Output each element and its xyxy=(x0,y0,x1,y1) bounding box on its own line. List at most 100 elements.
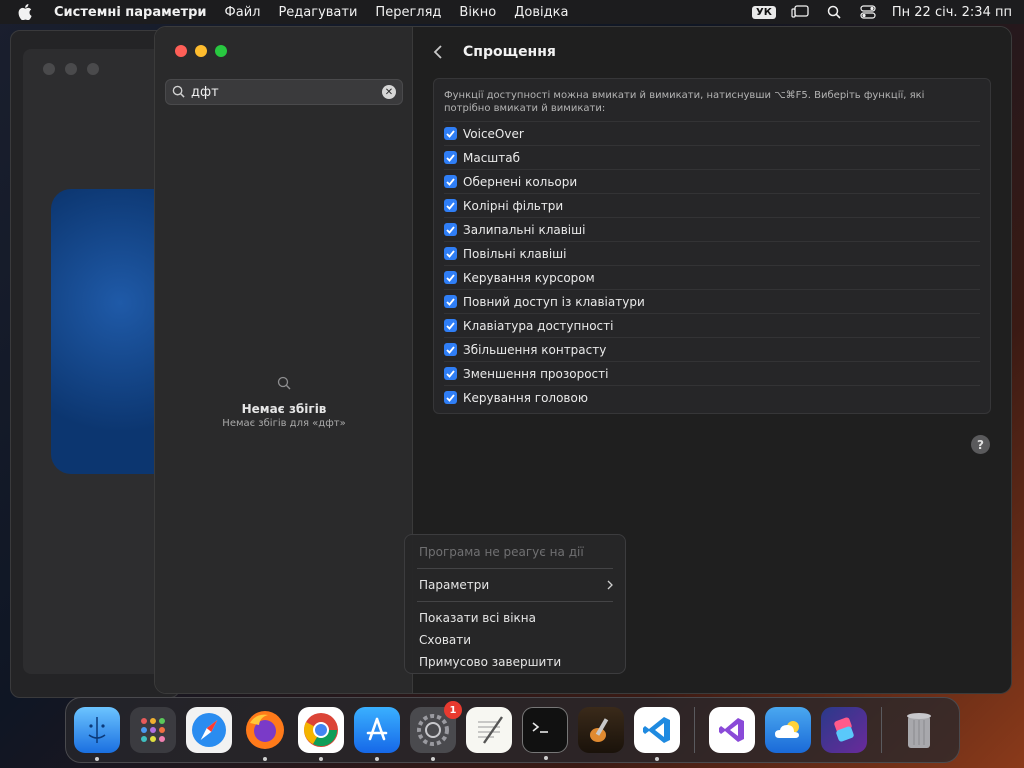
checkmark-icon xyxy=(446,393,455,402)
checkbox[interactable] xyxy=(444,199,457,212)
checkbox[interactable] xyxy=(444,271,457,284)
checkbox-label: Керування курсором xyxy=(463,270,595,285)
notification-badge: 1 xyxy=(444,701,462,719)
apple-menu-icon[interactable] xyxy=(18,4,38,20)
safari-icon[interactable] xyxy=(186,707,232,753)
menu-help[interactable]: Довідка xyxy=(514,5,568,20)
clear-search-button[interactable]: ✕ xyxy=(382,85,396,99)
checkbox-row[interactable]: Керування курсором xyxy=(444,265,980,289)
trash-icon[interactable] xyxy=(896,707,942,753)
options-list: VoiceOver Масштаб Обернені кольори Колірні … xyxy=(444,121,980,409)
checkbox-row[interactable]: VoiceOver xyxy=(444,121,980,145)
menu-item-hide[interactable]: Сховати xyxy=(405,629,625,651)
checkmark-icon xyxy=(446,297,455,306)
menu-file[interactable]: Файл xyxy=(225,5,261,20)
checkbox-row[interactable]: Залипальні клавіші xyxy=(444,217,980,241)
chevron-right-icon xyxy=(607,579,613,593)
checkmark-icon xyxy=(446,129,455,138)
no-results-panel: Немає збігів Немає збігів для «дфт» xyxy=(155,375,413,429)
checkbox-row[interactable]: Масштаб xyxy=(444,145,980,169)
checkbox[interactable] xyxy=(444,223,457,236)
no-results-subtitle: Немає збігів для «дфт» xyxy=(222,418,346,429)
visual-studio-icon[interactable] xyxy=(709,707,755,753)
control-center-icon[interactable] xyxy=(858,4,878,20)
checkmark-icon xyxy=(446,249,455,258)
checkbox-row[interactable]: Клавіатура доступності xyxy=(444,313,980,337)
menu-bar: Системні параметри Файл Редагувати Перег… xyxy=(0,0,1024,24)
weather-icon[interactable] xyxy=(765,707,811,753)
firefox-icon[interactable] xyxy=(242,707,288,761)
sidebar-search: ✕ xyxy=(165,79,403,105)
search-input[interactable] xyxy=(191,84,382,100)
close-window-button[interactable] xyxy=(175,45,187,57)
checkbox-label: Залипальні клавіші xyxy=(463,222,586,237)
checkbox[interactable] xyxy=(444,247,457,260)
checkbox-row[interactable]: Збільшення контрасту xyxy=(444,337,980,361)
checkbox[interactable] xyxy=(444,367,457,380)
garageband-icon[interactable] xyxy=(578,707,624,753)
chrome-icon[interactable] xyxy=(298,707,344,761)
checkbox-label: Обернені кольори xyxy=(463,174,578,189)
checkbox-label: Масштаб xyxy=(463,150,521,165)
menubar-clock[interactable]: Пн 22 січ. 2:34 пп xyxy=(892,5,1012,20)
checkbox-label: Колірні фільтри xyxy=(463,198,564,213)
minimize-window-button[interactable] xyxy=(195,45,207,57)
menu-separator xyxy=(417,568,613,569)
no-results-search-icon xyxy=(277,375,291,394)
launchpad-icon[interactable] xyxy=(130,707,176,753)
settings-sidebar: ✕ Немає збігів Немає збігів для «дфт» xyxy=(155,27,413,693)
stage-manager-icon[interactable] xyxy=(790,4,810,20)
input-language-badge[interactable]: УК xyxy=(751,5,776,19)
checkbox[interactable] xyxy=(444,343,457,356)
checkbox[interactable] xyxy=(444,151,457,164)
checkbox-label: VoiceOver xyxy=(463,126,524,141)
help-button[interactable]: ? xyxy=(971,435,990,454)
terminal-icon[interactable] xyxy=(522,707,568,760)
checkbox-label: Повний доступ із клавіатури xyxy=(463,294,645,309)
window-controls xyxy=(175,45,227,57)
checkmark-icon xyxy=(446,369,455,378)
checkbox[interactable] xyxy=(444,127,457,140)
back-chevron-icon[interactable] xyxy=(433,43,449,61)
vscode-icon[interactable] xyxy=(634,707,680,761)
checkbox-row[interactable]: Зменшення прозорості xyxy=(444,361,980,385)
spotlight-search-icon[interactable] xyxy=(824,4,844,20)
checkbox-row[interactable]: Колірні фільтри xyxy=(444,193,980,217)
checkbox-label: Повільні клавіші xyxy=(463,246,567,261)
checkmark-icon xyxy=(446,177,455,186)
dock: 1 xyxy=(65,697,960,763)
checkbox-row[interactable]: Повільні клавіші xyxy=(444,241,980,265)
menu-item-parameters[interactable]: Параметри xyxy=(405,574,625,596)
checkbox[interactable] xyxy=(444,391,457,404)
checkbox-row[interactable]: Керування головою xyxy=(444,385,980,409)
checkmark-icon xyxy=(446,201,455,210)
checkbox[interactable] xyxy=(444,319,457,332)
menu-app-name[interactable]: Системні параметри xyxy=(54,5,207,20)
checkmark-icon xyxy=(446,345,455,354)
zoom-window-button[interactable] xyxy=(215,45,227,57)
checkbox[interactable] xyxy=(444,175,457,188)
finder-icon[interactable] xyxy=(74,707,120,761)
app-store-icon[interactable] xyxy=(354,707,400,761)
textedit-icon[interactable] xyxy=(466,707,512,753)
background-window-traffic-lights xyxy=(43,63,99,75)
menu-edit[interactable]: Редагувати xyxy=(278,5,357,20)
shortcuts-icon[interactable] xyxy=(821,707,867,753)
checkbox-label: Зменшення прозорості xyxy=(463,366,609,381)
menu-view[interactable]: Перегляд xyxy=(375,5,441,20)
checkbox[interactable] xyxy=(444,295,457,308)
menu-item-force-quit[interactable]: Примусово завершити xyxy=(405,651,625,673)
checkbox-row[interactable]: Повний доступ із клавіатури xyxy=(444,289,980,313)
system-settings-dock-icon[interactable]: 1 xyxy=(410,701,462,761)
checkmark-icon xyxy=(446,273,455,282)
dock-separator xyxy=(881,707,882,753)
checkbox-row[interactable]: Обернені кольори xyxy=(444,169,980,193)
content-header: Спрощення xyxy=(433,41,556,63)
no-results-title: Немає збігів xyxy=(241,402,327,416)
menu-window[interactable]: Вікно xyxy=(459,5,496,20)
menu-item-show-all-windows[interactable]: Показати всі вікна xyxy=(405,607,625,629)
background-window-wallpaper xyxy=(51,189,166,474)
shortcut-options-group: Функції доступності можна вмикати й вими… xyxy=(433,78,991,414)
checkmark-icon xyxy=(446,153,455,162)
checkmark-icon xyxy=(446,225,455,234)
